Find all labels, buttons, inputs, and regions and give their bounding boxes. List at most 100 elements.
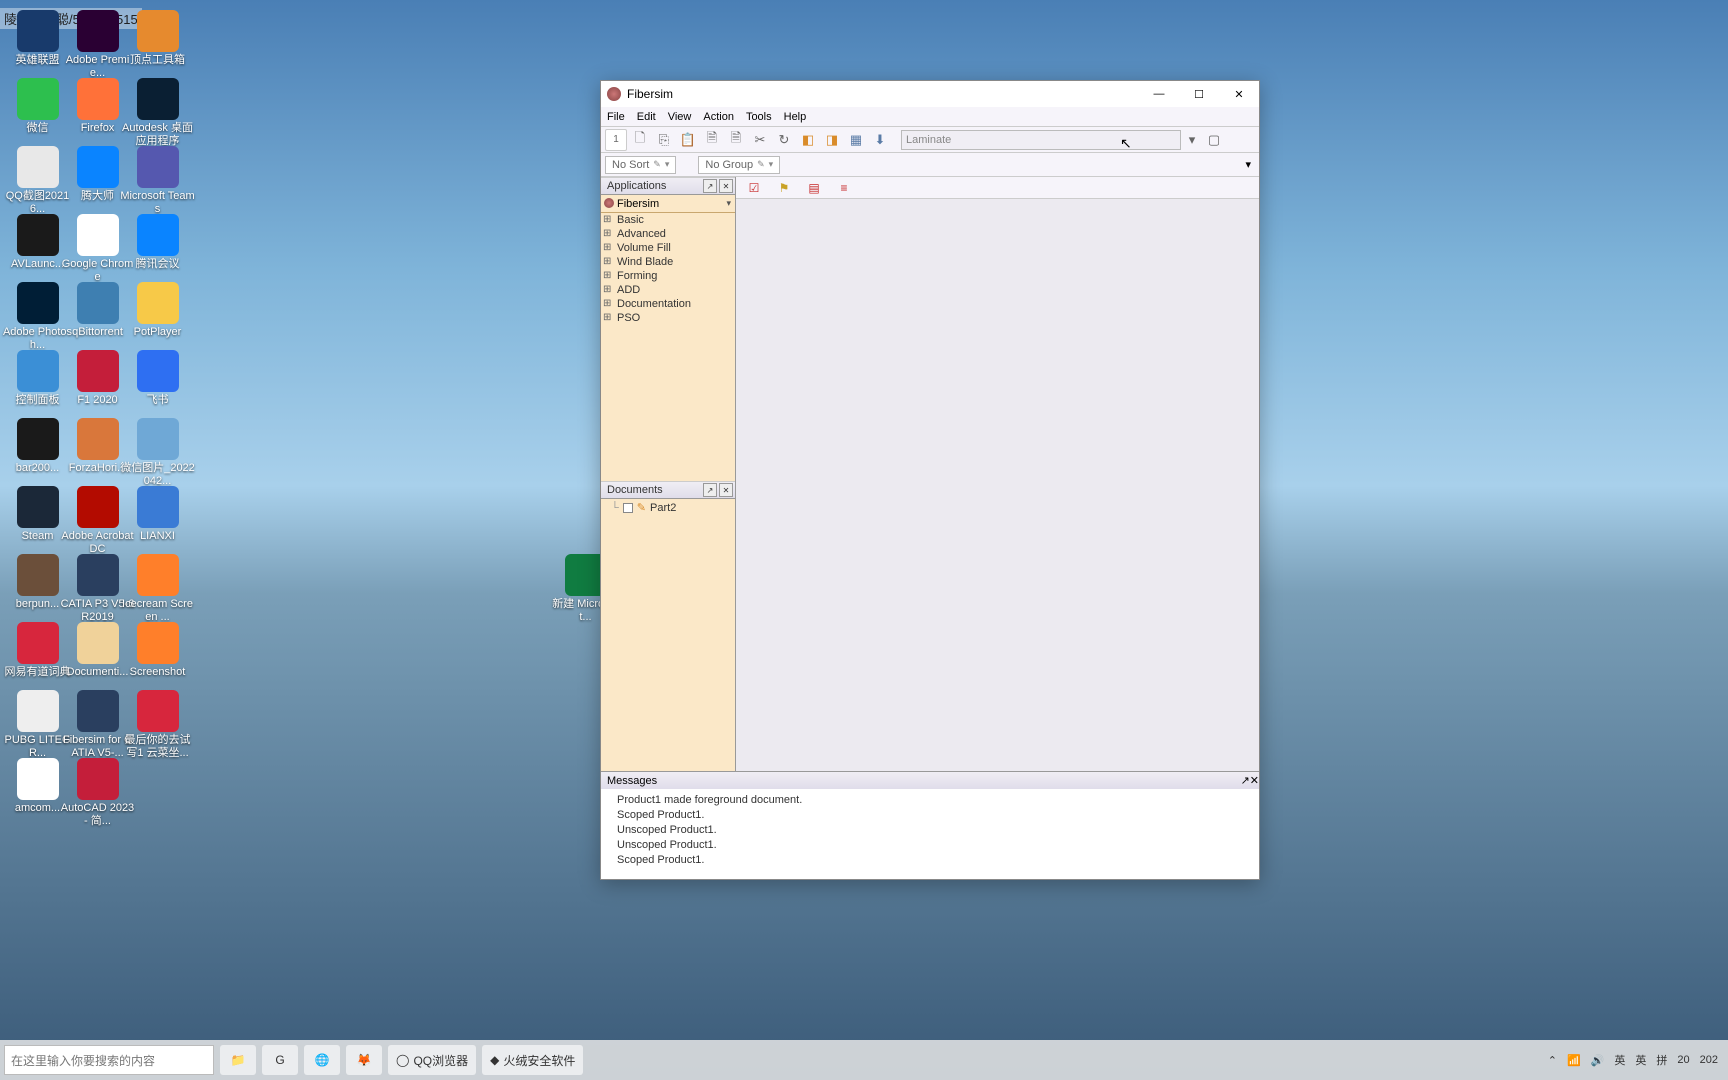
tool-page-icon[interactable]: 1 (605, 129, 627, 151)
tool-down-icon[interactable]: ⬇ (869, 129, 891, 151)
panel-pin-icon[interactable]: ↗ (703, 483, 717, 497)
tray-item[interactable]: 英 (1614, 1052, 1625, 1068)
tray-item[interactable]: 📶 (1567, 1054, 1581, 1067)
menubar: File Edit View Action Tools Help (601, 107, 1259, 127)
taskbar-button[interactable]: ◯ QQ浏览器 (388, 1045, 476, 1075)
desktop-icon[interactable]: PotPlayer (120, 282, 195, 339)
layers-icon[interactable]: ▤ (806, 180, 822, 196)
tree-item[interactable]: Volume Fill (601, 241, 735, 255)
tb-label: QQ浏览器 (413, 1052, 468, 1069)
message-line: Product1 made foreground document. (617, 793, 1243, 808)
tool-tree-icon[interactable]: ▦ (845, 129, 867, 151)
menu-edit[interactable]: Edit (637, 111, 656, 123)
system-tray[interactable]: ⌃📶🔊英英拼20202 (1548, 1052, 1728, 1068)
message-line: Scoped Product1. (617, 853, 1243, 868)
laminate-box-icon[interactable]: ▢ (1203, 129, 1225, 151)
tray-item[interactable]: 202 (1700, 1054, 1718, 1066)
desktop-icon[interactable]: Screenshot (120, 622, 195, 679)
minimize-button[interactable]: — (1139, 81, 1179, 107)
tool-cube-a-icon[interactable]: ◧ (797, 129, 819, 151)
tool-new-icon[interactable]: 🗋 (629, 129, 651, 151)
checkbox-icon[interactable] (623, 503, 633, 513)
laminate-dd-icon[interactable]: ▾ (1181, 129, 1203, 151)
messages-header: Messages ↗ ✕ (601, 771, 1259, 789)
desktop-icon[interactable]: 微信图片_2022042... (120, 418, 195, 488)
taskbar-button[interactable]: 📁 (220, 1045, 256, 1075)
app-icon (17, 214, 59, 256)
app-icon (137, 554, 179, 596)
message-line: Unscoped Product1. (617, 838, 1243, 853)
search-input[interactable]: 在这里输入你要搜索的内容 (4, 1045, 214, 1075)
desktop-icon[interactable]: 腾讯会议 (120, 214, 195, 271)
tree-item[interactable]: Wind Blade (601, 255, 735, 269)
app-icon (137, 486, 179, 528)
desktop-icon[interactable]: 顶点工具箱 (120, 10, 195, 67)
flag-icon[interactable]: ⚑ (776, 180, 792, 196)
panel-pin-icon[interactable]: ↗ (1241, 774, 1250, 787)
menu-action[interactable]: Action (703, 111, 734, 123)
desktop-icon[interactable]: LIANXI (120, 486, 195, 543)
app-icon (77, 350, 119, 392)
tray-item[interactable]: 英 (1635, 1052, 1646, 1068)
applications-tree: BasicAdvancedVolume FillWind BladeFormin… (601, 213, 735, 481)
toolbar-sort: No Sort✎▾ No Group✎▾ ▾ (601, 153, 1259, 177)
menu-file[interactable]: File (607, 111, 625, 123)
tool-doc-b-icon[interactable]: 🗎 (725, 129, 747, 151)
chevron-down-icon: ▾ (665, 159, 670, 170)
tool-cube-b-icon[interactable]: ◨ (821, 129, 843, 151)
document-item[interactable]: └ ✎ Part2 (605, 501, 731, 514)
desktop-icon[interactable]: 最后你的去试写1 云菜坐... (120, 690, 195, 760)
applications-selector[interactable]: Fibersim▾ (601, 195, 735, 213)
group-dropdown[interactable]: No Group✎▾ (698, 156, 780, 174)
tray-item[interactable]: 拼 (1656, 1052, 1667, 1068)
close-button[interactable]: ✕ (1219, 81, 1259, 107)
menu-view[interactable]: View (668, 111, 692, 123)
tree-item[interactable]: Basic (601, 213, 735, 227)
tool-paste-icon[interactable]: 📋 (677, 129, 699, 151)
icon-label: LIANXI (120, 530, 195, 543)
app-icon (17, 554, 59, 596)
tb-icon: G (275, 1053, 284, 1067)
taskbar-button[interactable]: 🌐 (304, 1045, 340, 1075)
app-icon (17, 486, 59, 528)
tray-item[interactable]: ⌃ (1548, 1054, 1557, 1067)
sort-dropdown[interactable]: No Sort✎▾ (605, 156, 676, 174)
panel-close-icon[interactable]: ✕ (719, 483, 733, 497)
desktop-icon[interactable]: AutoCAD 2023 - 简... (60, 758, 135, 828)
titlebar[interactable]: Fibersim — ☐ ✕ (601, 81, 1259, 107)
bars-icon[interactable]: ≡ (836, 180, 852, 196)
tool-refresh-icon[interactable]: ↻ (773, 129, 795, 151)
taskbar-button[interactable]: ◆火绒安全软件 (482, 1045, 583, 1075)
tree-item[interactable]: Documentation (601, 297, 735, 311)
chevron-down-icon[interactable]: ▾ (1245, 158, 1251, 171)
tb-icon: ◯ (396, 1053, 409, 1067)
panel-close-icon[interactable]: ✕ (719, 179, 733, 193)
menu-tools[interactable]: Tools (746, 111, 772, 123)
tree-item[interactable]: PSO (601, 311, 735, 325)
tool-doc-a-icon[interactable]: 🗎 (701, 129, 723, 151)
app-icon (17, 418, 59, 460)
laminate-dropdown[interactable] (901, 130, 1181, 150)
panel-pin-icon[interactable]: ↗ (703, 179, 717, 193)
menu-help[interactable]: Help (784, 111, 807, 123)
check-icon[interactable]: ☑ (746, 180, 762, 196)
taskbar-button[interactable]: G (262, 1045, 298, 1075)
tool-delete-icon[interactable]: ✂ (749, 129, 771, 151)
taskbar-button[interactable]: 🦊 (346, 1045, 382, 1075)
tray-item[interactable]: 20 (1677, 1054, 1689, 1066)
tree-item[interactable]: ADD (601, 283, 735, 297)
tray-item[interactable]: 🔊 (1591, 1054, 1605, 1067)
panel-close-icon[interactable]: ✕ (1250, 774, 1259, 787)
desktop-icon[interactable]: Microsoft Teams (120, 146, 195, 216)
tree-item[interactable]: Forming (601, 269, 735, 283)
tb-label: 火绒安全软件 (503, 1052, 575, 1069)
tree-item[interactable]: Advanced (601, 227, 735, 241)
maximize-button[interactable]: ☐ (1179, 81, 1219, 107)
app-icon (137, 282, 179, 324)
app-icon (17, 350, 59, 392)
tool-copy-icon[interactable]: ⎘ (653, 129, 675, 151)
desktop-icon[interactable]: Autodesk 桌面应用程序 (120, 78, 195, 148)
desktop-icon[interactable]: 飞书 (120, 350, 195, 407)
desktop-icon[interactable]: Icecream Screen ... (120, 554, 195, 624)
app-icon (77, 554, 119, 596)
